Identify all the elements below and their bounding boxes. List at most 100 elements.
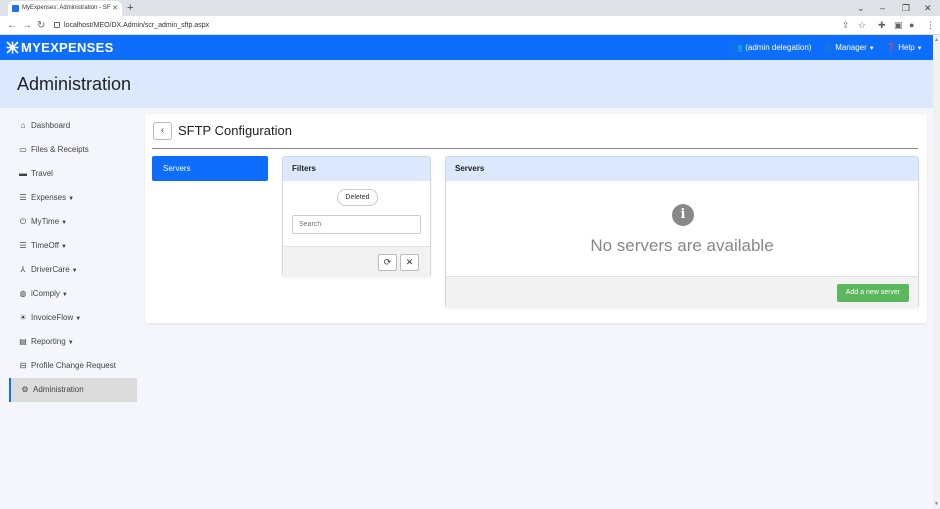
page-title: Administration xyxy=(17,74,132,94)
logo-mark-icon xyxy=(6,41,19,54)
url-text: localhost/MEO/DX.Admin/scr_admin_sftp.as… xyxy=(64,22,210,29)
caret-down-icon: ▼ xyxy=(61,292,68,298)
caret-down-icon: ▼ xyxy=(75,316,82,322)
sidebar-item-files-receipts[interactable]: ▭ Files & Receipts xyxy=(9,138,137,162)
scroll-down-icon[interactable]: ▼ xyxy=(934,501,939,507)
sidebar-item-label: iComply xyxy=(31,289,60,298)
help-circle-icon: ❓ xyxy=(886,43,896,52)
sidebar-item-reporting[interactable]: ▤ Reporting ▼ xyxy=(9,330,137,354)
lock-icon xyxy=(54,22,60,28)
help-label: Help xyxy=(898,43,915,52)
app-logo[interactable]: MYEXPENSES xyxy=(6,40,114,55)
browser-menu-icon[interactable]: ⋮ xyxy=(926,18,935,33)
reload-icon[interactable]: ↻ xyxy=(37,18,45,33)
scroll-up-icon[interactable]: ▲ xyxy=(934,37,939,43)
sidebar-item-timeoff[interactable]: ☰ TimeOff ▼ xyxy=(9,234,137,258)
manager-label: Manager xyxy=(835,43,867,52)
tab-close-icon[interactable]: ✕ xyxy=(112,1,118,16)
profile-icon[interactable]: ● xyxy=(909,18,914,33)
page-scrollbar[interactable]: ▲ ▼ xyxy=(933,35,940,509)
sidebar-item-administration[interactable]: ⚙ Administration xyxy=(9,378,137,402)
calendar-icon: ☰ xyxy=(19,241,27,250)
chart-icon: ▤ xyxy=(19,337,27,346)
sidebar-item-label: MyTime xyxy=(31,217,60,226)
sidebar-item-expenses[interactable]: ☰ Expenses ▼ xyxy=(9,186,137,210)
side-panel-icon[interactable]: ▣ xyxy=(894,18,903,33)
home-icon: ⌂ xyxy=(20,121,26,130)
image-icon: ▭ xyxy=(19,145,27,154)
deleted-filter-toggle[interactable]: Deleted xyxy=(337,189,378,206)
sftp-configuration-card: ‹ SFTP Configuration Servers Filters Del… xyxy=(145,114,927,323)
section-title: SFTP Configuration xyxy=(178,123,292,138)
empty-state-message: No servers are available xyxy=(590,236,774,255)
back-button[interactable]: ‹ xyxy=(153,122,172,140)
users-icon: 👥 xyxy=(733,43,743,52)
caret-down-icon: ▼ xyxy=(916,46,923,52)
list-icon: ☰ xyxy=(19,193,27,202)
chevron-left-icon: ‹ xyxy=(160,125,165,136)
sidebar-item-label: Administration xyxy=(33,385,84,394)
minimize-icon[interactable]: – xyxy=(880,0,885,16)
servers-panel-footer: Add a new server xyxy=(446,276,918,308)
globe-icon: ◍ xyxy=(19,289,27,298)
sidebar-item-label: InvoiceFlow xyxy=(31,313,74,322)
sidebar-item-label: DriverCare xyxy=(31,265,70,274)
search-input[interactable] xyxy=(292,215,421,234)
sidebar-item-profile-change-request[interactable]: ⊟ Profile Change Request xyxy=(9,354,137,378)
browser-tab[interactable]: MyExpenses: Administration - SF ✕ xyxy=(8,1,122,16)
new-tab-icon[interactable]: + xyxy=(127,0,133,16)
servers-nav-button[interactable]: Servers xyxy=(152,156,268,181)
close-icon: ✕ xyxy=(405,257,414,267)
tab-search-icon[interactable]: ⌄ xyxy=(857,0,865,16)
sidebar-item-mytime[interactable]: ⏻ MyTime ▼ xyxy=(9,210,137,234)
caret-down-icon: ▼ xyxy=(71,268,78,274)
share-icon[interactable]: ⇪ xyxy=(842,18,850,33)
address-bar[interactable]: localhost/MEO/DX.Admin/scr_admin_sftp.as… xyxy=(54,18,836,33)
extensions-icon[interactable]: ✚ xyxy=(878,18,886,33)
caret-down-icon: ▼ xyxy=(67,340,74,346)
add-server-button[interactable]: Add a new server xyxy=(837,284,909,302)
caret-down-icon: ▼ xyxy=(868,46,875,52)
browser-tab-strip: MyExpenses: Administration - SF ✕ + ⌄ – … xyxy=(0,0,940,16)
sidebar-item-dashboard[interactable]: ⌂ Dashboard xyxy=(9,114,137,138)
sidebar-item-invoiceflow[interactable]: ☀ InvoiceFlow ▼ xyxy=(9,306,137,330)
clear-filters-button[interactable]: ✕ xyxy=(400,254,419,271)
sidebar-item-icomply[interactable]: ◍ iComply ▼ xyxy=(9,282,137,306)
servers-panel: Servers i No servers are available Add a… xyxy=(445,156,919,308)
sidebar-item-travel[interactable]: ▬ Travel xyxy=(9,162,137,186)
filters-panel-footer: ⟳ ✕ xyxy=(283,246,430,277)
sun-icon: ☀ xyxy=(19,313,27,322)
filters-panel: Filters Deleted ⟳ ✕ xyxy=(282,156,431,277)
suitcase-icon: ▬ xyxy=(19,169,27,178)
clock-icon: ⏻ xyxy=(19,217,27,226)
manager-menu[interactable]: 👤 Manager ▼ xyxy=(823,35,875,62)
refresh-button[interactable]: ⟳ xyxy=(378,254,397,271)
restore-icon[interactable]: ❐ xyxy=(902,0,910,16)
caret-down-icon: ▼ xyxy=(61,244,67,250)
sidebar: ⌂ Dashboard ▭ Files & Receipts ▬ Travel … xyxy=(9,114,137,402)
admin-delegation-label: (admin delegation) xyxy=(745,43,812,52)
logo-text: MYEXPENSES xyxy=(21,40,114,55)
sidebar-item-drivercare[interactable]: ⅄ DriverCare ▼ xyxy=(9,258,137,282)
sidebar-item-label: Expenses xyxy=(31,193,67,202)
bookmark-star-icon[interactable]: ☆ xyxy=(858,18,866,33)
help-menu[interactable]: ❓ Help ▼ xyxy=(886,35,923,62)
sidebar-item-label: Profile Change Request xyxy=(31,361,116,370)
filters-panel-title: Filters xyxy=(283,157,430,181)
info-icon: i xyxy=(672,204,694,226)
window-close-icon[interactable]: ✕ xyxy=(924,0,932,16)
sidebar-item-label: TimeOff xyxy=(31,241,60,250)
sidebar-item-label: Travel xyxy=(31,169,53,178)
sidebar-item-label: Files & Receipts xyxy=(31,145,89,154)
caret-down-icon: ▼ xyxy=(68,196,75,202)
divider xyxy=(152,148,918,149)
browser-toolbar: ← → ↻ localhost/MEO/DX.Admin/scr_admin_s… xyxy=(0,16,940,35)
road-icon: ⅄ xyxy=(20,265,26,274)
app-header: MYEXPENSES 👥 (admin delegation) 👤 Manage… xyxy=(0,35,940,60)
servers-panel-title: Servers xyxy=(446,157,918,181)
forward-arrow-icon[interactable]: → xyxy=(22,18,32,33)
page-title-band: Administration xyxy=(0,60,940,108)
admin-delegation-menu[interactable]: 👥 (admin delegation) xyxy=(733,35,811,60)
back-arrow-icon[interactable]: ← xyxy=(7,18,17,33)
browser-tab-title: MyExpenses: Administration - SF xyxy=(22,5,111,11)
